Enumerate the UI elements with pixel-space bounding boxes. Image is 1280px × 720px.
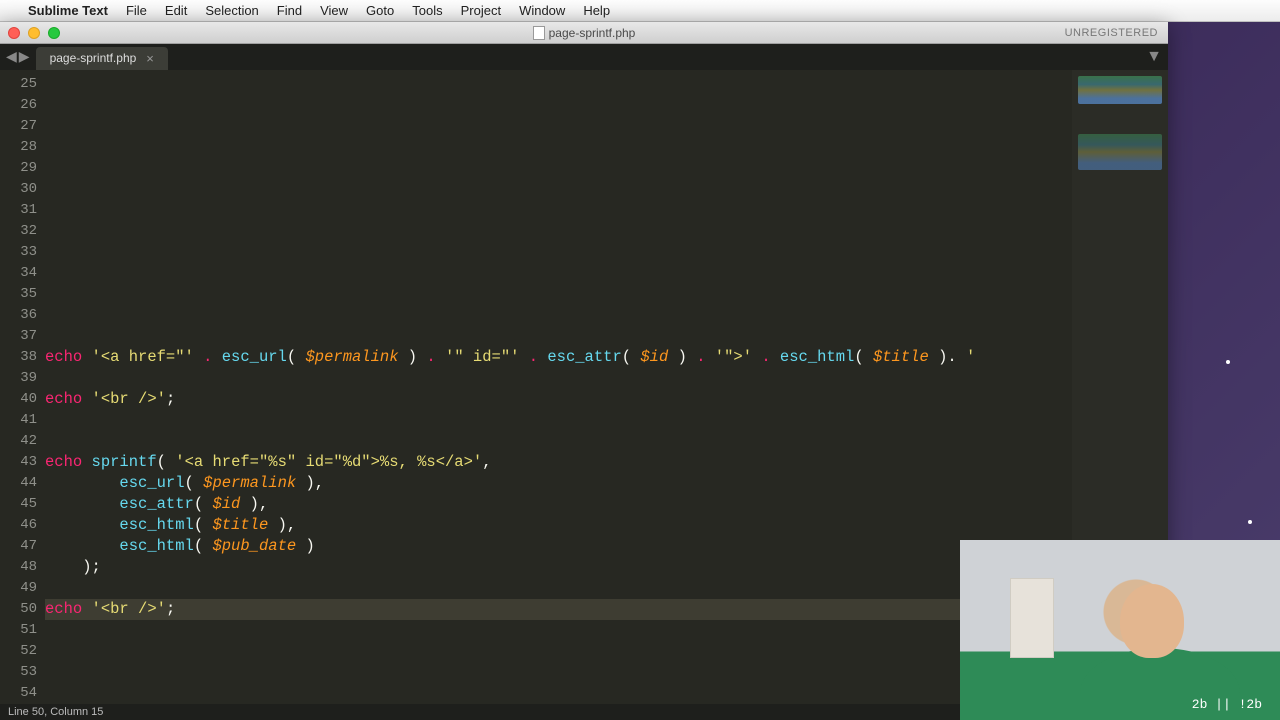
line-number: 39 [0, 368, 37, 389]
code-line[interactable] [45, 95, 1072, 116]
menu-selection[interactable]: Selection [205, 3, 258, 18]
line-number: 50 [0, 599, 37, 620]
line-number: 51 [0, 620, 37, 641]
code-line[interactable]: echo '<br />'; [45, 389, 1072, 410]
line-number: 26 [0, 95, 37, 116]
menu-file[interactable]: File [126, 3, 147, 18]
line-number: 32 [0, 221, 37, 242]
tab-close-icon[interactable]: × [146, 51, 154, 66]
mac-menubar: Sublime Text File Edit Selection Find Vi… [0, 0, 1280, 22]
minimap-region [1078, 134, 1162, 170]
window-title-text: page-sprintf.php [549, 26, 636, 40]
line-number: 49 [0, 578, 37, 599]
line-number: 28 [0, 137, 37, 158]
menu-edit[interactable]: Edit [165, 3, 187, 18]
code-line[interactable] [45, 662, 1072, 683]
code-line[interactable]: echo '<br />'; [45, 599, 1072, 620]
code-line[interactable]: ); [45, 557, 1072, 578]
code-line[interactable]: esc_url( $permalink ), [45, 473, 1072, 494]
menu-window[interactable]: Window [519, 3, 565, 18]
line-number: 43 [0, 452, 37, 473]
nav-back-icon[interactable]: ◀ [6, 48, 17, 65]
webcam-head [1120, 584, 1184, 658]
code-line[interactable] [45, 200, 1072, 221]
line-number: 36 [0, 305, 37, 326]
webcam-caption: 2b || !2b [1192, 697, 1262, 712]
tab-overflow-icon[interactable]: ▼ [1140, 44, 1168, 70]
line-number: 54 [0, 683, 37, 704]
code-line[interactable] [45, 683, 1072, 704]
line-number: 35 [0, 284, 37, 305]
app-name[interactable]: Sublime Text [28, 3, 108, 18]
line-number: 53 [0, 662, 37, 683]
code-line[interactable] [45, 242, 1072, 263]
code-line[interactable] [45, 284, 1072, 305]
code-line[interactable] [45, 179, 1072, 200]
line-number: 52 [0, 641, 37, 662]
document-icon [533, 26, 545, 40]
code-line[interactable]: esc_attr( $id ), [45, 494, 1072, 515]
nav-forward-icon[interactable]: ▶ [19, 48, 30, 65]
line-number: 38 [0, 347, 37, 368]
menu-find[interactable]: Find [277, 3, 302, 18]
line-number: 40 [0, 389, 37, 410]
code-line[interactable] [45, 74, 1072, 95]
line-number: 41 [0, 410, 37, 431]
minimap-region [1078, 76, 1162, 104]
tab-bar: ◀ ▶ page-sprintf.php × ▼ [0, 44, 1168, 70]
code-line[interactable]: echo '<a href="' . esc_url( $permalink )… [45, 347, 1072, 368]
tab-label: page-sprintf.php [50, 51, 137, 65]
line-number: 42 [0, 431, 37, 452]
menu-help[interactable]: Help [583, 3, 610, 18]
code-line[interactable] [45, 368, 1072, 389]
line-number: 33 [0, 242, 37, 263]
code-line[interactable] [45, 326, 1072, 347]
code-line[interactable] [45, 641, 1072, 662]
registration-status: UNREGISTERED [1065, 27, 1158, 39]
cursor-position: Line 50, Column 15 [8, 706, 103, 718]
line-number: 31 [0, 200, 37, 221]
line-number-gutter: 2526272829303132333435363738394041424344… [0, 70, 45, 704]
menu-tools[interactable]: Tools [412, 3, 442, 18]
traffic-lights [8, 27, 60, 39]
code-line[interactable] [45, 431, 1072, 452]
code-line[interactable] [45, 620, 1072, 641]
code-line[interactable] [45, 116, 1072, 137]
window-title: page-sprintf.php [0, 26, 1168, 40]
line-number: 37 [0, 326, 37, 347]
menu-goto[interactable]: Goto [366, 3, 394, 18]
line-number: 47 [0, 536, 37, 557]
line-number: 30 [0, 179, 37, 200]
code-line[interactable] [45, 221, 1072, 242]
code-line[interactable] [45, 410, 1072, 431]
tab-active[interactable]: page-sprintf.php × [36, 47, 168, 70]
code-line[interactable] [45, 305, 1072, 326]
code-line[interactable] [45, 263, 1072, 284]
code-line[interactable]: esc_html( $pub_date ) [45, 536, 1072, 557]
code-content[interactable]: echo '<a href="' . esc_url( $permalink )… [45, 70, 1072, 704]
window-titlebar[interactable]: page-sprintf.php UNREGISTERED [0, 22, 1168, 44]
line-number: 29 [0, 158, 37, 179]
menu-view[interactable]: View [320, 3, 348, 18]
line-number: 27 [0, 116, 37, 137]
line-number: 44 [0, 473, 37, 494]
close-icon[interactable] [8, 27, 20, 39]
minimize-icon[interactable] [28, 27, 40, 39]
menu-project[interactable]: Project [461, 3, 501, 18]
line-number: 48 [0, 557, 37, 578]
webcam-overlay: 2b || !2b [960, 540, 1280, 720]
code-line[interactable]: esc_html( $title ), [45, 515, 1072, 536]
line-number: 34 [0, 263, 37, 284]
code-line[interactable] [45, 158, 1072, 179]
code-line[interactable] [45, 137, 1072, 158]
line-number: 46 [0, 515, 37, 536]
maximize-icon[interactable] [48, 27, 60, 39]
code-line[interactable] [45, 578, 1072, 599]
line-number: 45 [0, 494, 37, 515]
webcam-door [1010, 578, 1054, 658]
code-line[interactable]: echo sprintf( '<a href="%s" id="%d">%s, … [45, 452, 1072, 473]
line-number: 25 [0, 74, 37, 95]
